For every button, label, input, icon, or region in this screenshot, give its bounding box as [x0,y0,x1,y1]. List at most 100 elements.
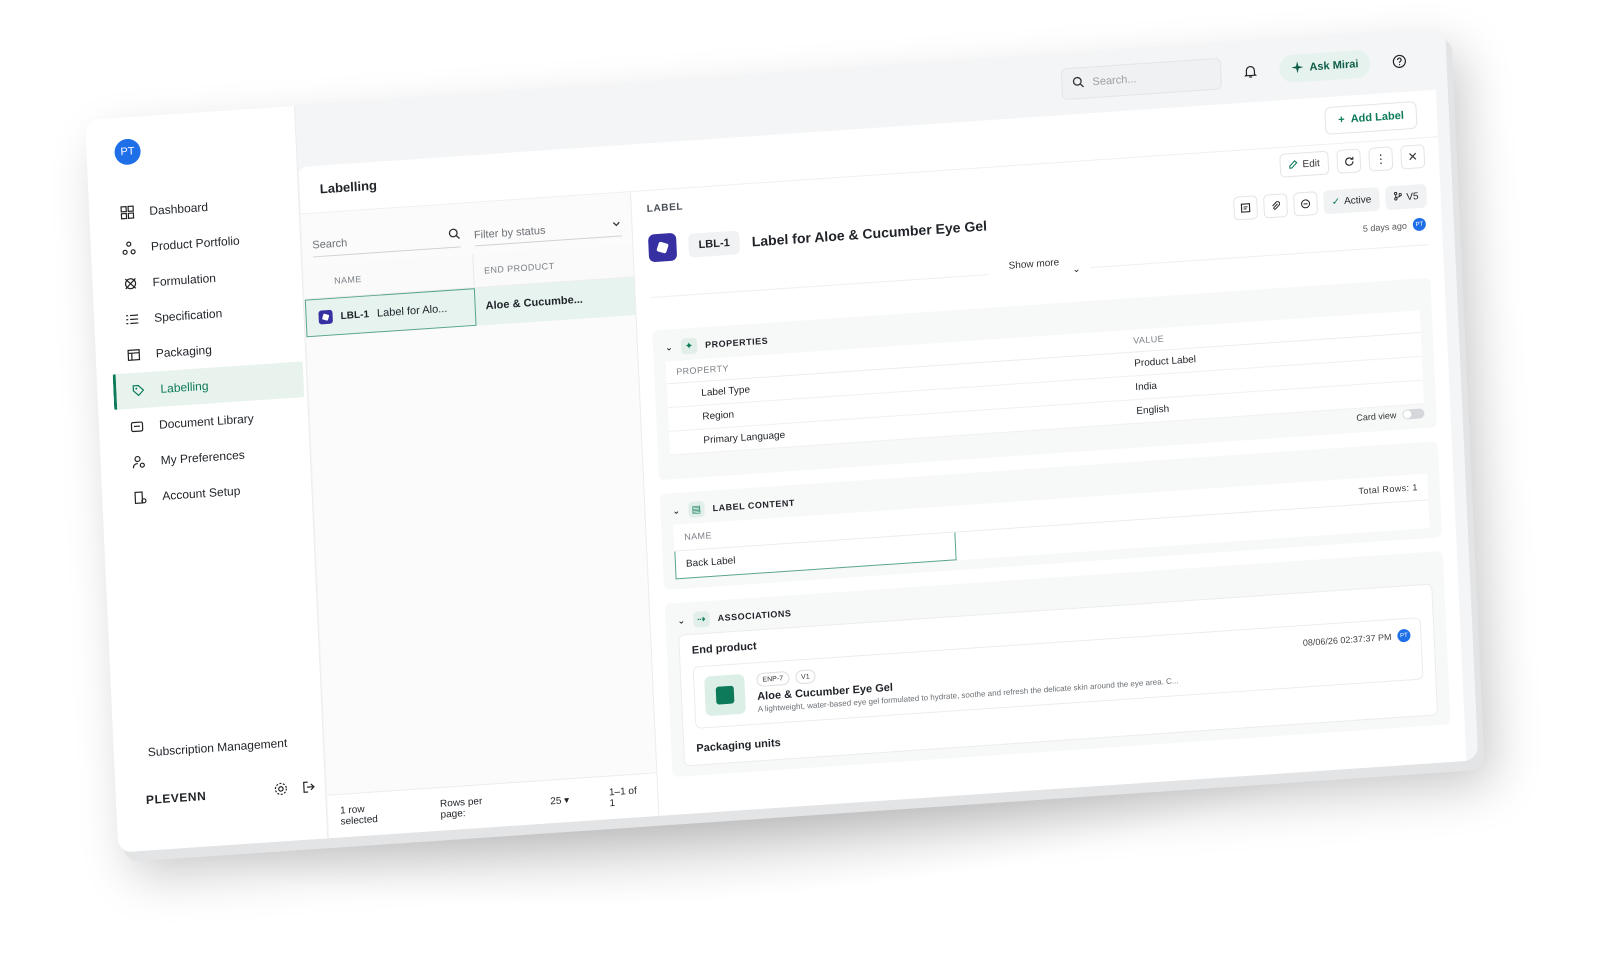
label-detail-pane: LABEL Edit ⋮ ✕ LBL-1 Label for Aloe & Cu… [631,137,1467,816]
end-product-version: V1 [794,669,816,685]
chevron-down-icon: ⌄ [677,614,686,626]
attachment-icon[interactable] [1263,193,1289,219]
sparkle-icon [1291,60,1304,77]
more-icon[interactable]: ⋮ [1368,146,1394,172]
folder-icon [129,418,146,435]
building-icon [132,489,149,506]
toggle-switch[interactable] [1402,408,1425,420]
status-label: Active [1343,193,1372,207]
edit-label: Edit [1302,157,1321,170]
detail-title: Label for Aloe & Cucumber Eye Gel [751,217,988,250]
search-icon [1072,75,1085,91]
subscription-management-link[interactable]: Subscription Management [148,736,288,759]
version-label: V5 [1406,190,1419,203]
wand-icon: ✦ [680,337,698,355]
properties-heading: PROPERTIES [704,335,769,350]
org-name: PLEVENN [145,788,207,807]
column-end-product-header[interactable]: END PRODUCT [474,260,555,275]
associations-section: ⌄ ⇢ ASSOCIATIONS End product ENP-7 V1 Al… [664,551,1451,778]
detail-kicker: LABEL [646,200,684,215]
status-filter-select[interactable]: Filter by status [473,218,622,247]
row-name: Label for Alo... [376,302,448,320]
page-title: Labelling [319,177,378,197]
detail-code: LBL-1 [688,230,741,258]
box-icon [125,347,142,364]
search-icon [448,228,461,244]
status-badge[interactable]: ✓ Active [1323,186,1380,215]
label-content-heading: LABEL CONTENT [712,497,796,514]
ask-mirai-button[interactable]: Ask Mirai [1278,49,1372,84]
list-icon [124,311,141,328]
close-icon[interactable]: ✕ [1400,144,1426,170]
global-search-input[interactable]: Search... [1060,57,1223,101]
chevron-down-icon [611,219,622,233]
user-gear-icon [130,453,147,470]
rows-per-page-label: Rows per page: [439,795,483,821]
footer-actions [274,780,317,800]
sidebar-item-label: Labelling [160,378,209,396]
sidebar-item-label: Dashboard [149,200,209,218]
show-more-label: Show more ⌄ [988,256,1091,281]
link-icon: ⇢ [693,610,710,628]
chevron-down-icon: ⌄ [664,341,674,353]
status-filter-placeholder: Filter by status [473,224,546,242]
rows-per-page-select[interactable]: 25 ▾ [550,795,569,807]
detail-actions: Edit ⋮ ✕ [1278,144,1426,178]
nodes-icon [121,240,138,257]
card-view-label: Card view [1356,410,1397,423]
settings-icon[interactable] [274,782,289,800]
sidebar-item-label: Product Portfolio [150,233,240,254]
sidebar-item-label: Account Setup [161,483,241,504]
sidebar-item-label: Packaging [155,342,213,361]
document-icon[interactable] [1233,195,1259,221]
page-range: 1–1 of 1 [608,785,638,809]
check-icon: ✓ [1331,196,1341,208]
formula-icon [122,275,139,292]
row-end-product[interactable]: Aloe & Cucumbe... [475,294,583,313]
comment-icon[interactable] [1293,191,1319,217]
help-icon[interactable] [1388,50,1411,73]
label-logo-icon [647,232,678,263]
label-list-pane: Search Filter by status NAME END PRODUCT [300,192,660,839]
branch-icon [1393,191,1403,203]
plus-icon: + [1337,113,1345,126]
end-product-meta: 08/06/26 02:37:37 PM PT [1302,628,1411,649]
product-icon [704,673,746,717]
grid-icon [119,204,136,221]
global-search-placeholder: Search... [1092,73,1137,89]
label-logo-icon [318,309,333,325]
sidebar-item-label: My Preferences [160,447,246,468]
avatar: PT [1397,628,1411,643]
app-window: PT Dashboard Product Portfolio Formulati… [85,27,1479,853]
edit-button[interactable]: Edit [1278,150,1330,178]
row-code: LBL-1 [340,308,370,322]
associations-heading: ASSOCIATIONS [717,608,792,624]
main-panel: Labelling + Add Label Search Filter by s… [298,89,1467,839]
label-content-icon: ▤ [688,500,705,518]
ask-mirai-label: Ask Mirai [1309,58,1359,74]
sidebar-item-label: Specification [153,306,223,325]
sidebar-item-label: Document Library [158,411,255,432]
title-tools: ✓ Active V5 [1233,183,1428,221]
bell-icon[interactable] [1239,60,1262,83]
add-label-text: Add Label [1350,109,1405,125]
list-search-input[interactable]: Search [312,227,461,258]
stage: PT Dashboard Product Portfolio Formulati… [0,0,1610,977]
avatar[interactable]: PT [113,138,142,166]
sidebar-nav: Dashboard Product Portfolio Formulation … [105,183,310,517]
end-product-code: ENP-7 [756,670,790,688]
logout-icon[interactable] [302,780,317,798]
selection-count: 1 row selected [339,803,379,828]
add-label-button[interactable]: + Add Label [1324,100,1418,135]
chevron-down-icon: ⌄ [672,505,681,516]
avatar: PT [1412,217,1427,232]
refresh-icon[interactable] [1336,148,1362,174]
end-product-date: 08/06/26 02:37:37 PM [1302,631,1392,648]
end-product-info: ENP-7 V1 Aloe & Cucumber Eye Gel A light… [756,638,1278,714]
sidebar: PT Dashboard Product Portfolio Formulati… [85,105,329,853]
version-badge[interactable]: V5 [1384,183,1428,211]
updated-time: 5 days ago [1362,220,1408,234]
tag-icon [130,382,147,399]
sidebar-item-label: Formulation [152,271,217,290]
list-search-placeholder: Search [312,236,348,251]
